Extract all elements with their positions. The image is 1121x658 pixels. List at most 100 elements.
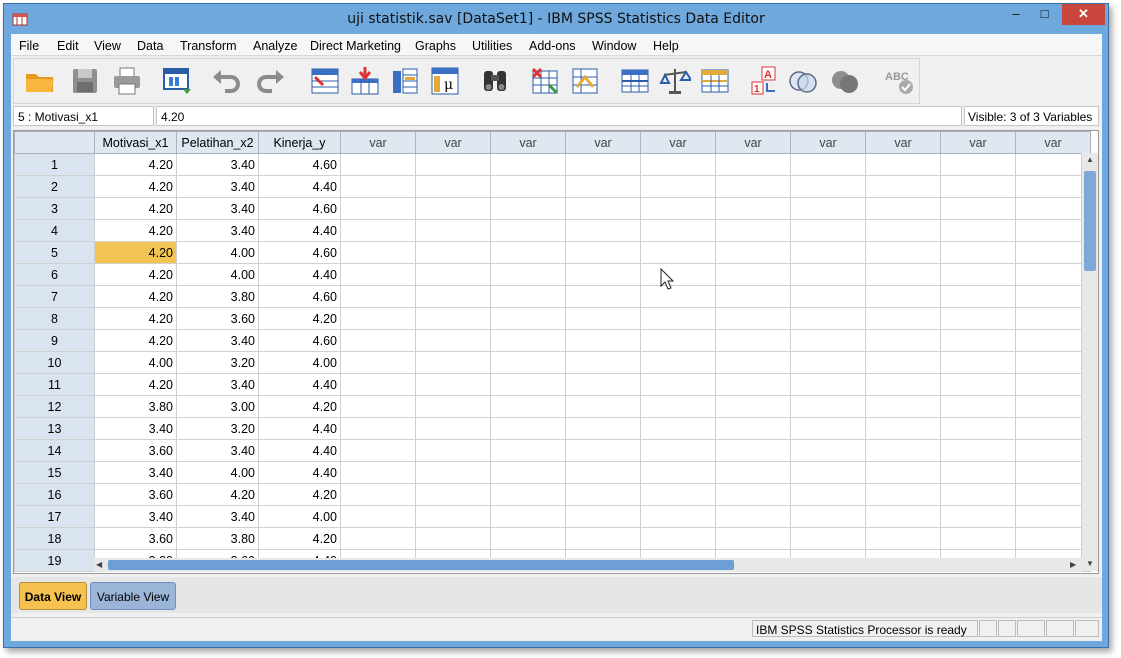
row-number[interactable]: 14 [14, 439, 95, 462]
empty-cell[interactable] [640, 241, 716, 264]
empty-cell[interactable] [715, 483, 791, 506]
empty-cell[interactable] [565, 505, 641, 528]
dialog-recall-icon[interactable] [161, 65, 193, 97]
column-header[interactable]: Kinerja_y [258, 131, 341, 154]
empty-cell[interactable] [790, 263, 866, 286]
empty-cell[interactable] [940, 351, 1016, 374]
empty-cell[interactable] [490, 439, 566, 462]
data-cell[interactable]: 4.20 [94, 153, 177, 176]
empty-cell[interactable] [340, 241, 416, 264]
empty-cell[interactable] [1015, 527, 1091, 550]
empty-cell[interactable] [715, 285, 791, 308]
weight-cases-icon[interactable] [659, 65, 691, 97]
empty-cell[interactable] [640, 395, 716, 418]
empty-cell[interactable] [415, 351, 491, 374]
empty-cell[interactable] [640, 175, 716, 198]
empty-cell[interactable] [640, 417, 716, 440]
use-sets-icon[interactable] [787, 65, 819, 97]
empty-cell[interactable] [1015, 417, 1091, 440]
data-cell[interactable]: 3.40 [176, 373, 259, 396]
empty-cell[interactable] [865, 483, 941, 506]
empty-cell[interactable] [565, 219, 641, 242]
empty-cell[interactable] [340, 395, 416, 418]
row-number[interactable]: 12 [14, 395, 95, 418]
empty-var-column-header[interactable]: var [415, 131, 491, 154]
empty-var-column-header[interactable]: var [940, 131, 1016, 154]
empty-cell[interactable] [715, 439, 791, 462]
empty-var-column-header[interactable]: var [640, 131, 716, 154]
insert-variable-icon[interactable] [569, 65, 601, 97]
empty-cell[interactable] [340, 351, 416, 374]
empty-cell[interactable] [715, 241, 791, 264]
data-cell[interactable]: 4.20 [94, 241, 177, 264]
empty-var-column-header[interactable]: var [715, 131, 791, 154]
empty-cell[interactable] [940, 395, 1016, 418]
empty-cell[interactable] [1015, 263, 1091, 286]
empty-cell[interactable] [490, 329, 566, 352]
data-cell[interactable]: 4.20 [94, 263, 177, 286]
empty-cell[interactable] [790, 241, 866, 264]
menu-add-ons[interactable]: Add-ons [529, 39, 576, 53]
empty-cell[interactable] [715, 307, 791, 330]
empty-cell[interactable] [790, 395, 866, 418]
empty-cell[interactable] [865, 307, 941, 330]
empty-cell[interactable] [340, 153, 416, 176]
empty-cell[interactable] [565, 395, 641, 418]
scroll-down-arrow-icon[interactable]: ▼ [1086, 559, 1094, 568]
data-cell[interactable]: 4.40 [258, 417, 341, 440]
empty-cell[interactable] [865, 219, 941, 242]
data-cell[interactable]: 4.00 [94, 351, 177, 374]
data-cell[interactable]: 4.20 [94, 373, 177, 396]
empty-cell[interactable] [865, 351, 941, 374]
empty-cell[interactable] [865, 417, 941, 440]
empty-cell[interactable] [415, 527, 491, 550]
menu-window[interactable]: Window [592, 39, 636, 53]
empty-cell[interactable] [490, 307, 566, 330]
data-cell[interactable]: 3.60 [94, 483, 177, 506]
empty-cell[interactable] [865, 263, 941, 286]
row-number[interactable]: 16 [14, 483, 95, 506]
empty-cell[interactable] [340, 263, 416, 286]
data-cell[interactable]: 4.40 [258, 219, 341, 242]
empty-cell[interactable] [490, 263, 566, 286]
data-cell[interactable]: 4.00 [176, 241, 259, 264]
empty-cell[interactable] [865, 153, 941, 176]
empty-cell[interactable] [715, 175, 791, 198]
vertical-scrollbar[interactable]: ▲ ▼ [1081, 153, 1098, 571]
menu-analyze[interactable]: Analyze [253, 39, 297, 53]
empty-cell[interactable] [790, 153, 866, 176]
empty-cell[interactable] [865, 395, 941, 418]
empty-cell[interactable] [415, 439, 491, 462]
scroll-left-arrow-icon[interactable]: ◀ [96, 560, 102, 569]
data-cell[interactable]: 4.40 [258, 439, 341, 462]
empty-cell[interactable] [640, 219, 716, 242]
empty-cell[interactable] [565, 461, 641, 484]
menu-data[interactable]: Data [137, 39, 163, 53]
row-number[interactable]: 13 [14, 417, 95, 440]
empty-cell[interactable] [940, 527, 1016, 550]
empty-cell[interactable] [415, 197, 491, 220]
empty-cell[interactable] [565, 329, 641, 352]
empty-cell[interactable] [490, 351, 566, 374]
empty-cell[interactable] [415, 153, 491, 176]
descriptive-stats-icon[interactable]: μ [429, 65, 461, 97]
empty-cell[interactable] [340, 505, 416, 528]
data-cell[interactable]: 4.60 [258, 285, 341, 308]
empty-cell[interactable] [415, 241, 491, 264]
empty-cell[interactable] [490, 505, 566, 528]
row-number[interactable]: 2 [14, 175, 95, 198]
data-cell[interactable]: 3.40 [94, 505, 177, 528]
row-number[interactable]: 15 [14, 461, 95, 484]
data-cell[interactable]: 4.20 [94, 307, 177, 330]
empty-cell[interactable] [790, 175, 866, 198]
save-icon[interactable] [69, 65, 101, 97]
empty-cell[interactable] [1015, 219, 1091, 242]
empty-cell[interactable] [340, 219, 416, 242]
menu-graphs[interactable]: Graphs [415, 39, 456, 53]
empty-cell[interactable] [340, 197, 416, 220]
data-cell[interactable]: 4.20 [176, 483, 259, 506]
empty-cell[interactable] [790, 461, 866, 484]
cell-value-editor[interactable]: 4.20 [156, 106, 962, 126]
empty-cell[interactable] [940, 439, 1016, 462]
empty-cell[interactable] [565, 351, 641, 374]
